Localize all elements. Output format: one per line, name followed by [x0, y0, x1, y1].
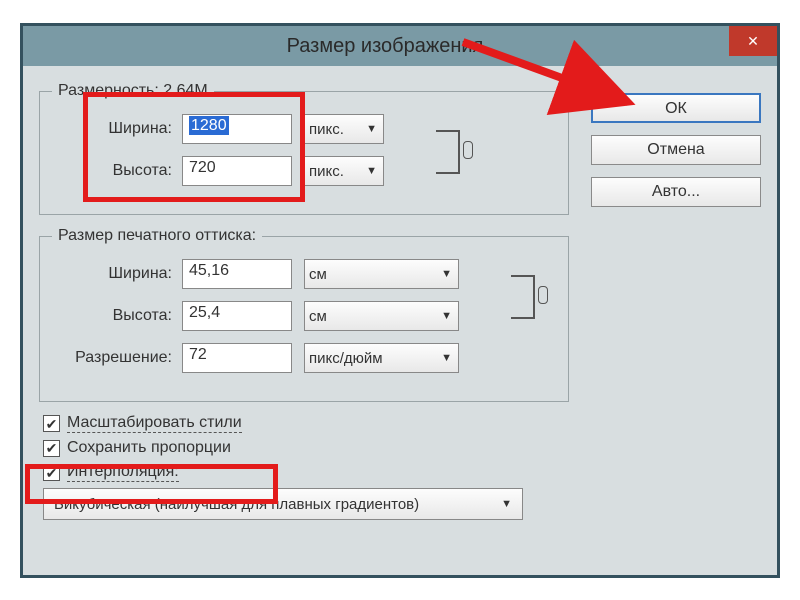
titlebar: Размер изображения ✕ — [23, 26, 777, 66]
scale-styles-label: Масштабировать стили — [67, 414, 242, 433]
interpolation-method-select[interactable]: Бикубическая (наилучшая для плавных град… — [43, 488, 523, 520]
chevron-down-icon: ▼ — [501, 498, 512, 510]
chevron-down-icon: ▼ — [366, 165, 377, 177]
link-bracket — [511, 275, 535, 319]
dimensions-group: Размерность: 2,64M Ширина: 1280 пикс. ▼ … — [39, 82, 569, 215]
unit-label: см — [309, 308, 327, 325]
unit-label: пикс/дюйм — [309, 350, 383, 367]
pixel-height-unit-select[interactable]: пикс. ▼ — [304, 156, 384, 186]
dialog-body: Размерность: 2,64M Ширина: 1280 пикс. ▼ … — [23, 66, 777, 575]
dialog-window: Размер изображения ✕ Размерность: 2,64M … — [20, 23, 780, 578]
unit-label: пикс. — [309, 163, 344, 180]
unit-label: см — [309, 266, 327, 283]
interpolation-method-label: Бикубическая (наилучшая для плавных град… — [54, 496, 419, 513]
print-height-label: Высота: — [52, 307, 182, 325]
print-size-group: Размер печатного оттиска: Ширина: 45,16 … — [39, 227, 569, 402]
dimensions-legend: Размерность: 2,64M — [52, 82, 214, 100]
scale-styles-checkbox[interactable]: ✔ Масштабировать стили — [43, 414, 569, 433]
chain-link-icon[interactable] — [458, 137, 478, 163]
chain-link-icon[interactable] — [533, 282, 553, 308]
interpolation-checkbox[interactable]: ✔ Интерполяция: — [43, 463, 569, 482]
checkbox-checked-icon: ✔ — [43, 464, 60, 481]
width-label: Ширина: — [52, 120, 182, 138]
resolution-label: Разрешение: — [52, 349, 182, 367]
checkbox-checked-icon: ✔ — [43, 415, 60, 432]
interpolation-label: Интерполяция: — [67, 463, 179, 482]
print-height-unit-select[interactable]: см ▼ — [304, 301, 459, 331]
print-width-input[interactable]: 45,16 — [182, 259, 292, 289]
cancel-button[interactable]: Отмена — [591, 135, 761, 165]
unit-label: пикс. — [309, 121, 344, 138]
height-label: Высота: — [52, 162, 182, 180]
auto-button[interactable]: Авто... — [591, 177, 761, 207]
keep-aspect-label: Сохранить пропорции — [67, 439, 231, 457]
pixel-height-input[interactable]: 720 — [182, 156, 292, 186]
link-bracket — [436, 130, 460, 174]
window-title: Размер изображения — [287, 35, 484, 58]
print-width-label: Ширина: — [52, 265, 182, 283]
print-width-unit-select[interactable]: см ▼ — [304, 259, 459, 289]
pixel-width-input[interactable]: 1280 — [182, 114, 292, 144]
keep-aspect-checkbox[interactable]: ✔ Сохранить пропорции — [43, 439, 569, 457]
pixel-width-unit-select[interactable]: пикс. ▼ — [304, 114, 384, 144]
close-button[interactable]: ✕ — [729, 26, 777, 56]
print-height-input[interactable]: 25,4 — [182, 301, 292, 331]
resolution-input[interactable]: 72 — [182, 343, 292, 373]
print-legend: Размер печатного оттиска: — [52, 227, 262, 245]
chevron-down-icon: ▼ — [441, 310, 452, 322]
chevron-down-icon: ▼ — [366, 123, 377, 135]
checkbox-checked-icon: ✔ — [43, 440, 60, 457]
resolution-unit-select[interactable]: пикс/дюйм ▼ — [304, 343, 459, 373]
close-icon: ✕ — [747, 33, 759, 50]
ok-button[interactable]: ОК — [591, 93, 761, 123]
chevron-down-icon: ▼ — [441, 352, 452, 364]
chevron-down-icon: ▼ — [441, 268, 452, 280]
